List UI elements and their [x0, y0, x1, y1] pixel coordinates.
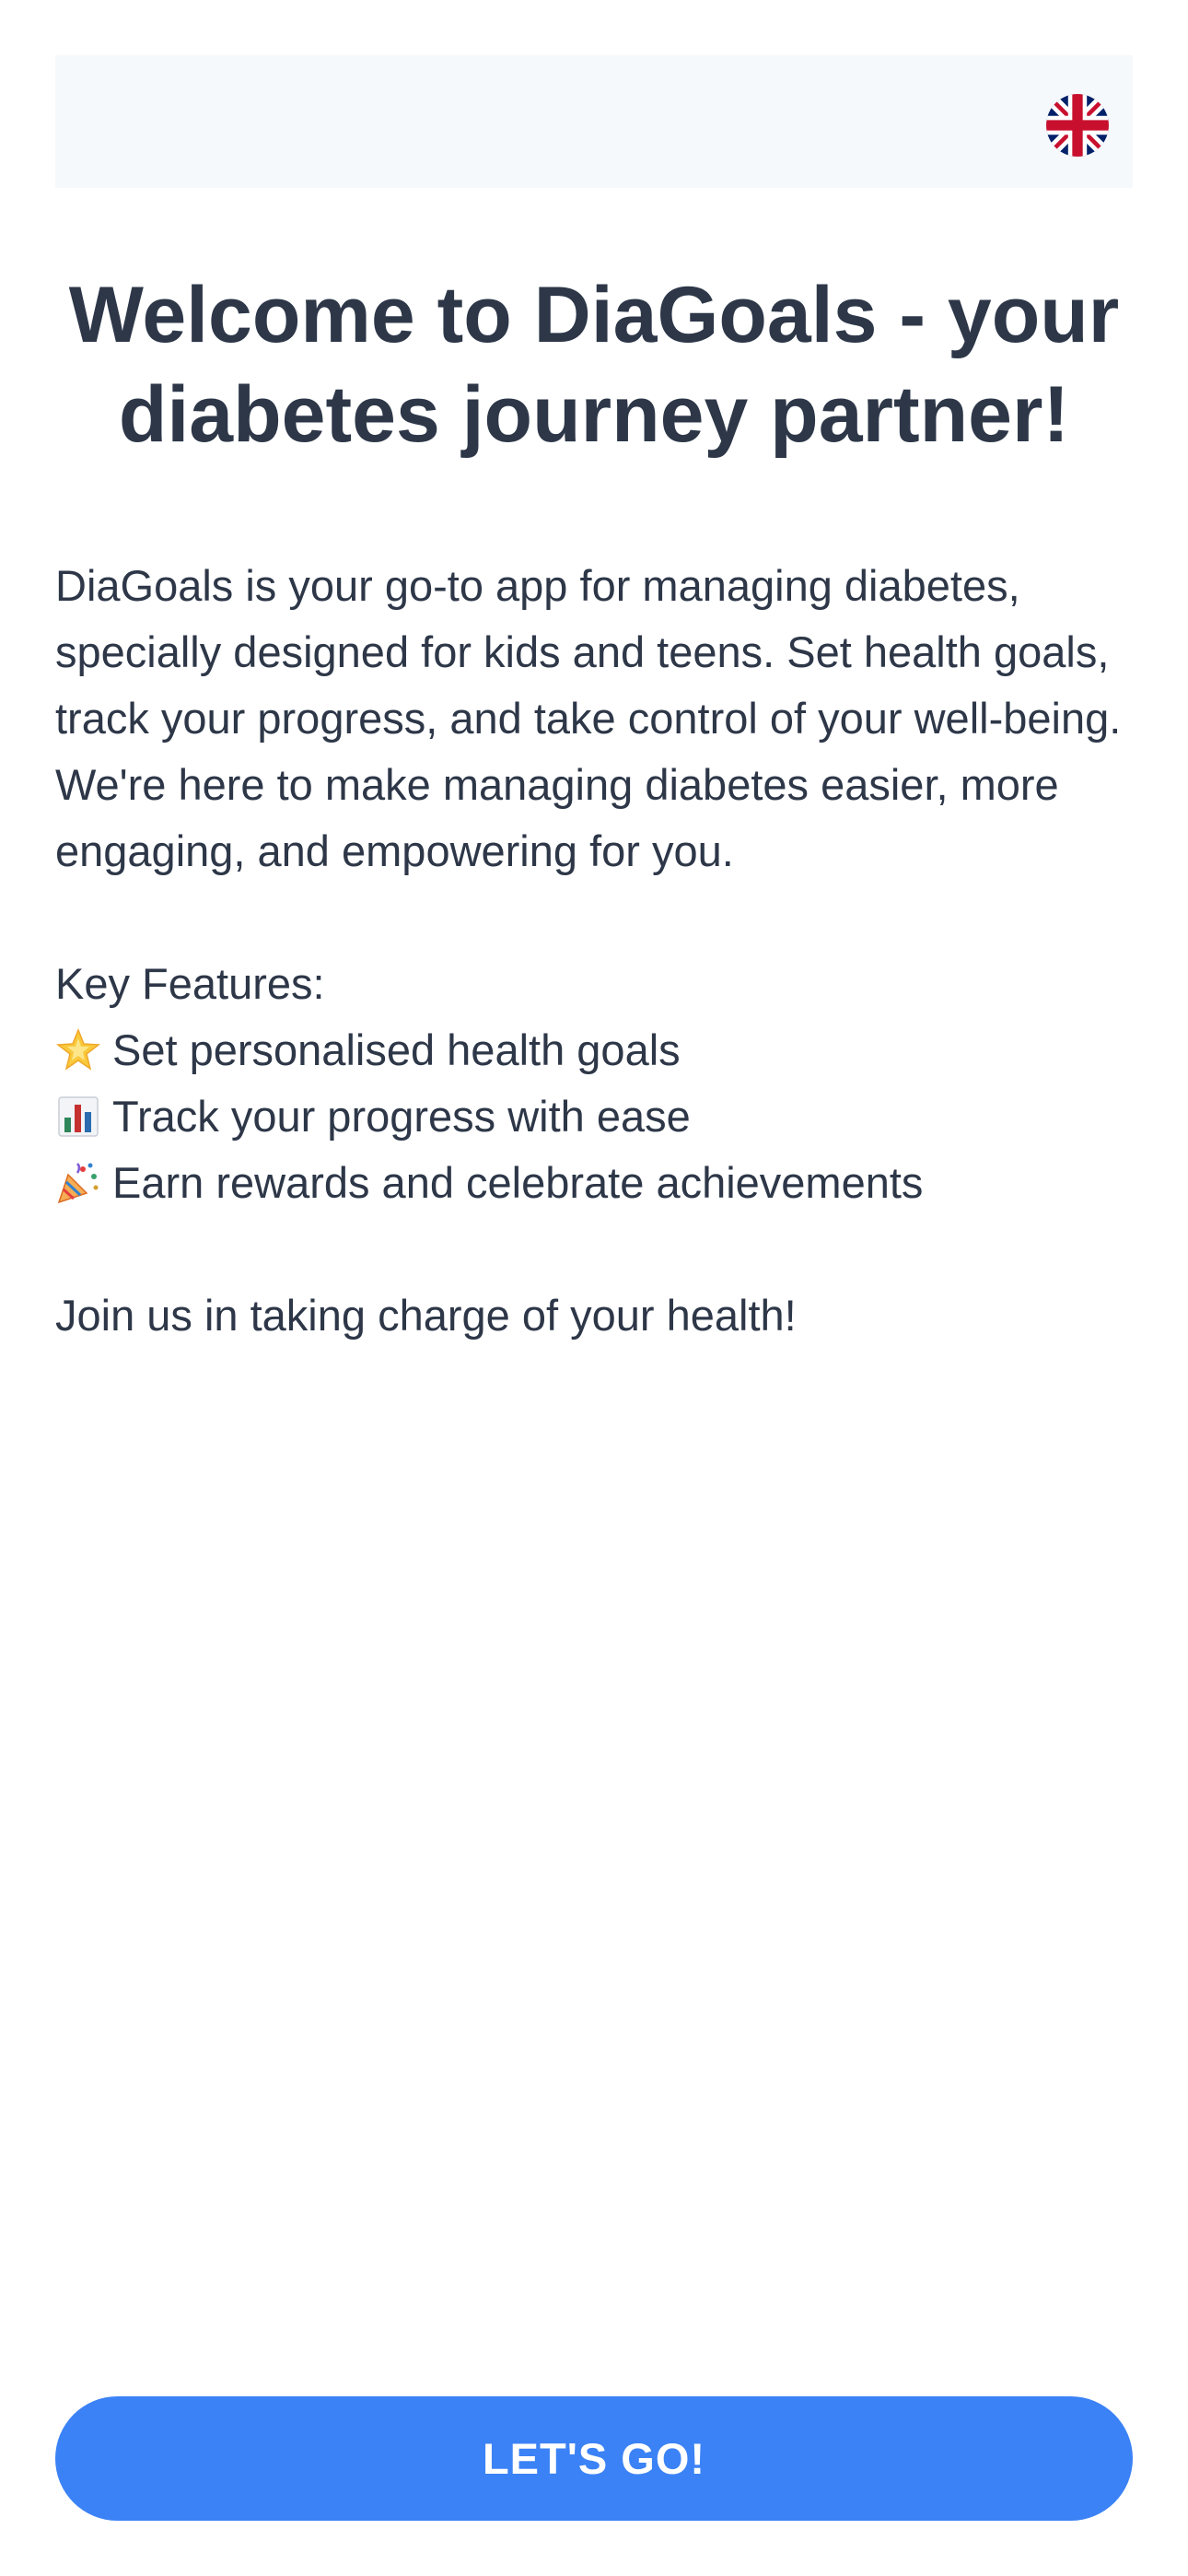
- feature-item-progress: Track your progress with ease: [55, 1083, 923, 1150]
- feature-item-goals: Set personalised health goals: [55, 1017, 923, 1083]
- uk-flag-icon: [1046, 94, 1109, 157]
- header-bar: [55, 55, 1133, 188]
- page-title: Welcome to DiaGoals - your diabetes jour…: [68, 271, 1120, 459]
- feature-item-rewards: Earn rewards and celebrate achievements: [55, 1150, 923, 1216]
- closing-text: Join us in taking charge of your health!: [55, 1291, 797, 1340]
- features-heading: Key Features:: [55, 959, 325, 1008]
- intro-paragraph: DiaGoals is your go-to app for managing …: [55, 561, 1122, 875]
- star-icon: [55, 1027, 101, 1073]
- feature-list: Set personalised health goals Track your…: [55, 1017, 923, 1216]
- feature-text: Set personalised health goals: [112, 1025, 681, 1074]
- language-selector-button[interactable]: [1046, 94, 1109, 157]
- bar-chart-icon: [55, 1094, 101, 1140]
- party-popper-icon: [55, 1160, 101, 1206]
- feature-text: Track your progress with ease: [112, 1092, 691, 1141]
- lets-go-button[interactable]: LET'S GO!: [55, 2396, 1133, 2521]
- feature-text: Earn rewards and celebrate achievements: [112, 1158, 924, 1207]
